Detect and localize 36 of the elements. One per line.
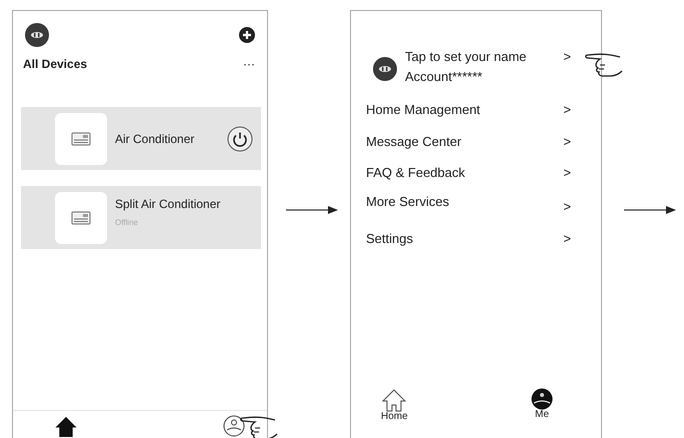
air-conditioner-icon — [71, 132, 91, 146]
menu-item[interactable]: FAQ & Feedback — [366, 163, 465, 182]
power-button[interactable] — [227, 126, 253, 152]
tab-item[interactable]: Home — [381, 388, 408, 422]
profile-name[interactable]: Tap to set your name — [405, 47, 564, 66]
chevron[interactable]: > — [563, 132, 571, 151]
chevron[interactable]: > — [563, 196, 571, 216]
device-name: Split Air Conditioner — [115, 196, 222, 212]
tab-item[interactable]: Me — [531, 388, 553, 422]
device-status: Offline — [115, 216, 139, 228]
chevron[interactable]: > — [563, 229, 571, 248]
device-name: Air Conditioner — [115, 130, 196, 148]
avatar-icon[interactable] — [373, 57, 397, 81]
chevron[interactable]: > — [563, 47, 571, 66]
menu-item[interactable]: Settings — [366, 229, 413, 248]
account-text: Account****** — [405, 68, 484, 86]
person-icon[interactable] — [223, 415, 245, 437]
person-icon[interactable] — [531, 388, 553, 410]
avatar-icon[interactable] — [25, 23, 49, 47]
menu-item[interactable]: More Services — [366, 192, 450, 216]
more-button[interactable]: ··· — [243, 55, 255, 73]
chevron[interactable]: > — [563, 163, 571, 182]
device-card[interactable]: Split Air Conditioner Offline — [21, 186, 261, 249]
air-conditioner-icon — [71, 210, 91, 224]
device-card[interactable]: Air Conditioner — [21, 107, 261, 170]
arrow-icon — [622, 204, 678, 216]
home-icon[interactable] — [53, 415, 79, 438]
menu-item[interactable]: Message Center — [366, 132, 462, 151]
menu-item[interactable]: Home Management — [366, 100, 480, 120]
add-icon[interactable] — [239, 27, 255, 43]
page-title: All Devices — [23, 56, 88, 73]
hand-pointer-icon — [237, 414, 279, 438]
chevron[interactable]: > — [563, 100, 571, 120]
arrow-icon — [284, 204, 340, 216]
home-icon[interactable] — [381, 388, 408, 412]
hand-pointer-icon — [582, 51, 624, 79]
